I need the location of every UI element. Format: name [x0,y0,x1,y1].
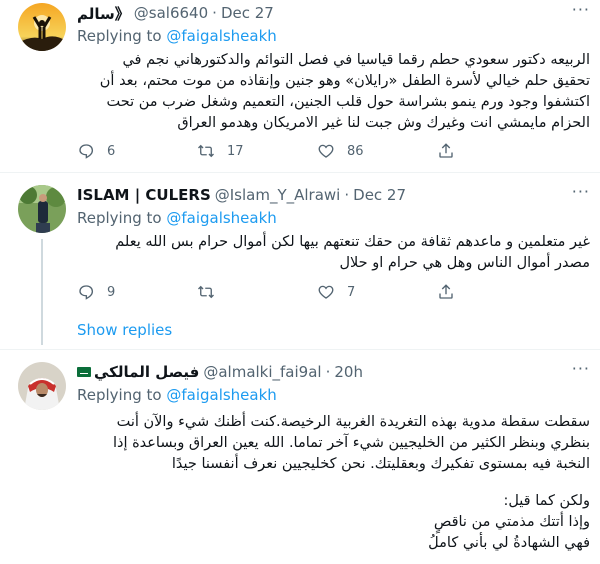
like-button[interactable]: 7 [317,283,437,301]
tweet-text-quote: ولكن كما قيل: وإذا أتتك مذمتي من ناقصٍ ف… [428,493,590,551]
retweet-count: 17 [227,143,244,159]
tweet[interactable]: سالم》 @sal6640 · Dec 27 ··· Replying to … [0,0,600,173]
like-button[interactable]: 86 [317,142,437,160]
tweet-date[interactable]: 20h [334,363,363,381]
user-handle[interactable]: @Islam_Y_Alrawi [215,186,341,204]
separator-dot: · [344,186,350,204]
tweet[interactable]: ISLAM | CULERS @Islam_Y_Alrawi · Dec 27 … [0,173,600,350]
replying-to: Replying to @faigalsheakh [77,386,590,406]
separator-dot: · [212,4,217,22]
like-count: 86 [347,143,364,159]
saudi-flag-icon [77,367,91,377]
reply-count: 9 [107,284,116,300]
share-button[interactable] [437,283,467,301]
tweet-actions: 6 17 86 [77,142,580,160]
tweet-text: الربيعه دكتور سعودي حطم رقما قياسيا في ف… [99,52,590,131]
reply-icon [79,144,94,159]
tweet-text: غير متعلمين و ماعدهم ثقافة من حقك تنعتهم… [115,234,590,271]
retweet-icon [198,285,214,299]
display-name[interactable]: سالم》 [77,3,130,24]
heart-icon [318,285,334,299]
avatar[interactable] [18,3,66,51]
replying-to-label: Replying to [77,386,167,404]
mention-link[interactable]: @faigalsheakh [166,27,276,45]
show-replies-link[interactable]: Show replies [77,321,172,339]
mention-link[interactable]: @faigalsheakh [166,209,276,227]
tweet-actions: 9 7 [77,283,580,301]
reply-icon [79,285,94,300]
more-options-icon[interactable]: ··· [572,361,590,377]
retweet-icon [198,144,214,158]
display-name[interactable]: ISLAM | CULERS [77,186,211,204]
replying-to-label: Replying to [77,27,167,45]
user-handle[interactable]: @sal6640 [134,4,208,22]
share-icon [439,143,453,158]
retweet-button[interactable]: 17 [197,142,317,160]
mention-link[interactable]: @faigalsheakh [166,386,276,404]
more-options-icon[interactable]: ··· [572,184,590,200]
replying-to: Replying to @faigalsheakh [77,27,590,47]
avatar[interactable] [18,362,66,410]
reply-button[interactable]: 9 [77,283,197,301]
display-name[interactable]: فيصل المالكي [94,363,199,381]
tweet-date[interactable]: Dec 27 [353,186,406,204]
avatar[interactable] [18,185,66,233]
tweet-date[interactable]: Dec 27 [221,4,274,22]
heart-icon [318,144,334,158]
tweet-text: سقطت سقطة مدوية بهذه التغريدة الغربية ال… [112,414,590,472]
like-count: 7 [347,284,356,300]
separator-dot: · [325,363,331,381]
reply-count: 6 [107,143,116,159]
share-icon [439,284,453,299]
user-handle[interactable]: @almalki_fai9al [203,363,321,381]
replying-to-label: Replying to [77,209,167,227]
more-options-icon[interactable]: ··· [572,2,590,18]
retweet-button[interactable] [197,283,317,301]
thread-line [41,239,43,345]
reply-button[interactable]: 6 [77,142,197,160]
replying-to: Replying to @faigalsheakh [77,209,590,229]
tweet[interactable]: فيصل المالكي @almalki_fai9al · 20h ··· R… [0,350,600,564]
share-button[interactable] [437,142,467,160]
